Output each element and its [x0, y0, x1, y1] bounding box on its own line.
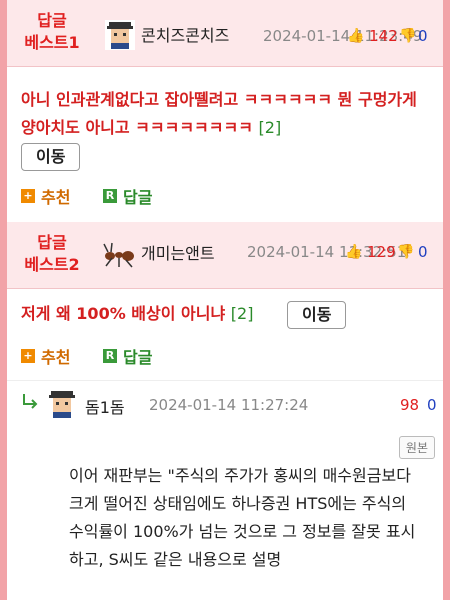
comment-body: 이어 재판부는 "주식의 주가가 홍씨의 매수원금보다 크게 떨어진 상태임에도… — [69, 466, 416, 569]
thumbs-down-icon[interactable]: 👎 — [397, 244, 414, 260]
reply-label: 답글 — [123, 348, 153, 367]
best-reply-1-content: 아니 인과관계없다고 잡아뗄려고 ㅋㅋㅋㅋㅋㅋ 뭔 구멍가게 양아치도 아니고 … — [21, 86, 431, 171]
plus-icon: + — [21, 189, 35, 203]
move-button[interactable]: 이동 — [21, 142, 81, 171]
down-count: 0 — [418, 27, 428, 45]
plus-icon: + — [21, 349, 35, 363]
user-avatar-icon — [47, 389, 77, 419]
down-count: 0 — [427, 396, 437, 414]
reply-button[interactable]: R 답글 — [103, 344, 152, 368]
reply-label: 답글 — [123, 188, 153, 207]
reply-arrow-icon — [23, 394, 38, 409]
thumbs-down-icon[interactable]: 👎 — [399, 28, 416, 44]
r-icon: R — [103, 189, 117, 203]
up-count: 142 — [369, 27, 398, 45]
best-reply-2-header: 답글 베스트2 개미는앤트 2024-01-14 11:32:51 👍 129 … — [7, 222, 443, 289]
move-button[interactable]: 이동 — [287, 300, 347, 329]
divider — [7, 380, 443, 381]
down-count: 0 — [418, 243, 428, 261]
up-count: 98 — [400, 396, 420, 414]
nickname[interactable]: 돔1돔 — [85, 394, 125, 418]
nickname[interactable]: 개미는앤트 — [141, 240, 215, 264]
thumbs-up-icon[interactable]: 👍 — [345, 244, 362, 260]
post-date: 2024-01-14 11:27:24 — [149, 396, 309, 414]
reply-count[interactable]: [2] — [231, 304, 254, 323]
recommend-label: 추천 — [41, 348, 71, 367]
reply-text: 아니 인과관계없다고 잡아뗄려고 ㅋㅋㅋㅋㅋㅋ 뭔 구멍가게 양아치도 아니고 … — [21, 90, 417, 137]
best-reply-1-header: 답글 베스트1 콘치즈콘치즈 2024-01-14 11:23:49 👍 142… — [7, 0, 443, 67]
ant-avatar-icon — [100, 236, 136, 272]
origin-button[interactable]: 원본 — [398, 436, 435, 459]
thumbs-up-icon[interactable]: 👍 — [347, 28, 364, 44]
r-icon: R — [103, 349, 117, 363]
best-label-2: 답글 베스트2 — [24, 233, 80, 274]
best-reply-2-content: 저게 왜 100% 배상이 아니냐 [2] 이동 — [21, 300, 431, 329]
recommend-label: 추천 — [41, 188, 71, 207]
recommend-button[interactable]: + 추천 — [21, 344, 70, 368]
user-avatar-icon — [105, 20, 135, 50]
recommend-button[interactable]: + 추천 — [21, 184, 70, 208]
reply-count[interactable]: [2] — [259, 118, 282, 137]
up-count: 129 — [367, 243, 396, 261]
reply-text: 저게 왜 100% 배상이 아니냐 — [21, 304, 226, 323]
best-label-1: 답글 베스트1 — [24, 11, 80, 52]
nickname[interactable]: 콘치즈콘치즈 — [141, 22, 229, 46]
comment-list: 답글 베스트1 콘치즈콘치즈 2024-01-14 11:23:49 👍 142… — [7, 0, 443, 600]
reply-button[interactable]: R 답글 — [103, 184, 152, 208]
